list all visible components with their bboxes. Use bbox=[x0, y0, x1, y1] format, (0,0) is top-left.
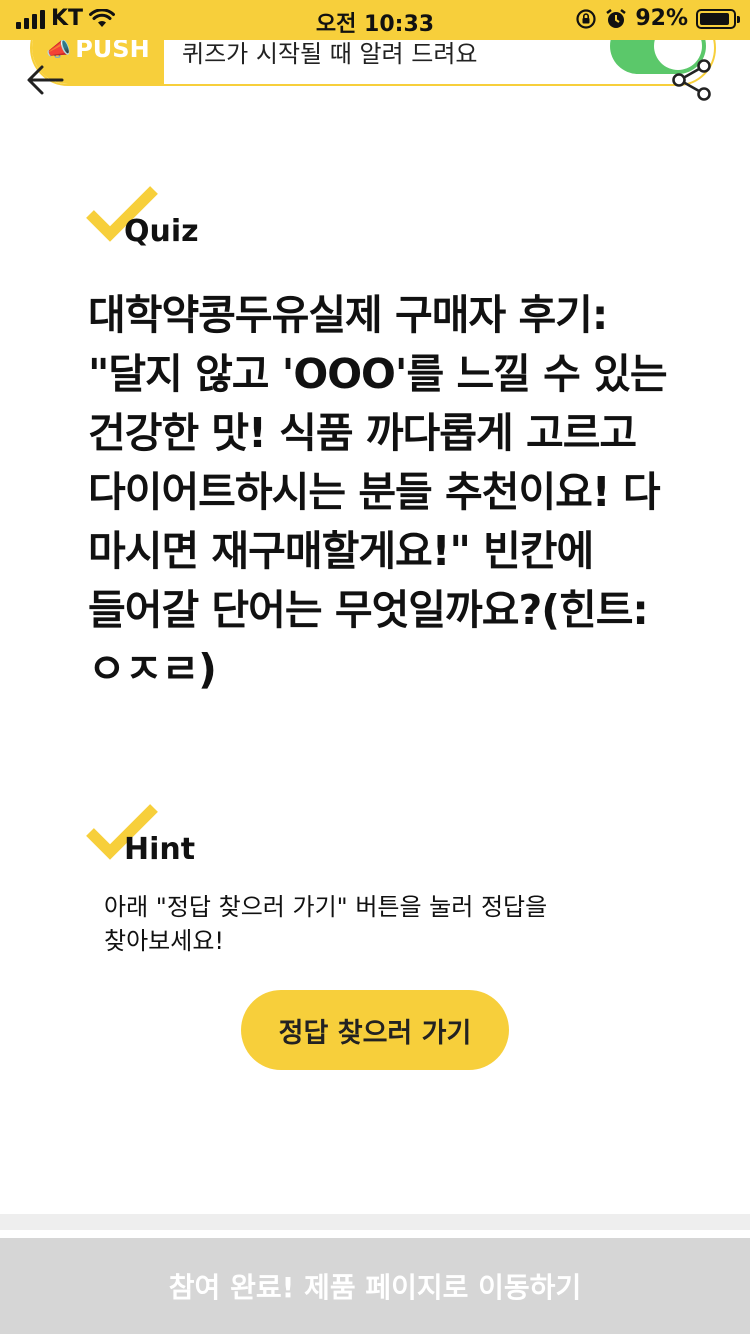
hint-label: Hint bbox=[124, 832, 196, 867]
quiz-label: Quiz bbox=[124, 214, 199, 249]
hint-section-header: Hint bbox=[86, 802, 286, 872]
battery-icon bbox=[696, 8, 740, 29]
quiz-question: 대학약콩두유실제 구매자 후기: "달지 않고 'OOO'를 느낄 수 있는 건… bbox=[88, 291, 668, 693]
battery-fill bbox=[700, 12, 730, 25]
status-right-group: 92% bbox=[575, 6, 740, 31]
alarm-icon bbox=[606, 8, 627, 28]
back-button[interactable] bbox=[22, 60, 68, 100]
share-icon bbox=[672, 59, 711, 101]
status-bar: KT 오전 10:33 92% bbox=[0, 0, 750, 40]
megaphone-icon: 📣 bbox=[46, 37, 72, 61]
find-answer-button[interactable]: 정답 찾으러 가기 bbox=[241, 990, 509, 1070]
rotation-lock-icon bbox=[576, 8, 596, 29]
quiz-section-header: Quiz bbox=[86, 184, 286, 254]
share-button[interactable] bbox=[670, 58, 714, 102]
footer-divider bbox=[0, 1214, 750, 1230]
back-arrow-icon bbox=[27, 65, 64, 95]
go-to-product-button[interactable]: 참여 완료! 제품 페이지로 이동하기 bbox=[0, 1238, 750, 1334]
battery-percent: 92% bbox=[635, 6, 688, 31]
hint-text: 아래 "정답 찾으러 가기" 버튼을 눌러 정답을 찾아보세요! bbox=[104, 893, 548, 955]
